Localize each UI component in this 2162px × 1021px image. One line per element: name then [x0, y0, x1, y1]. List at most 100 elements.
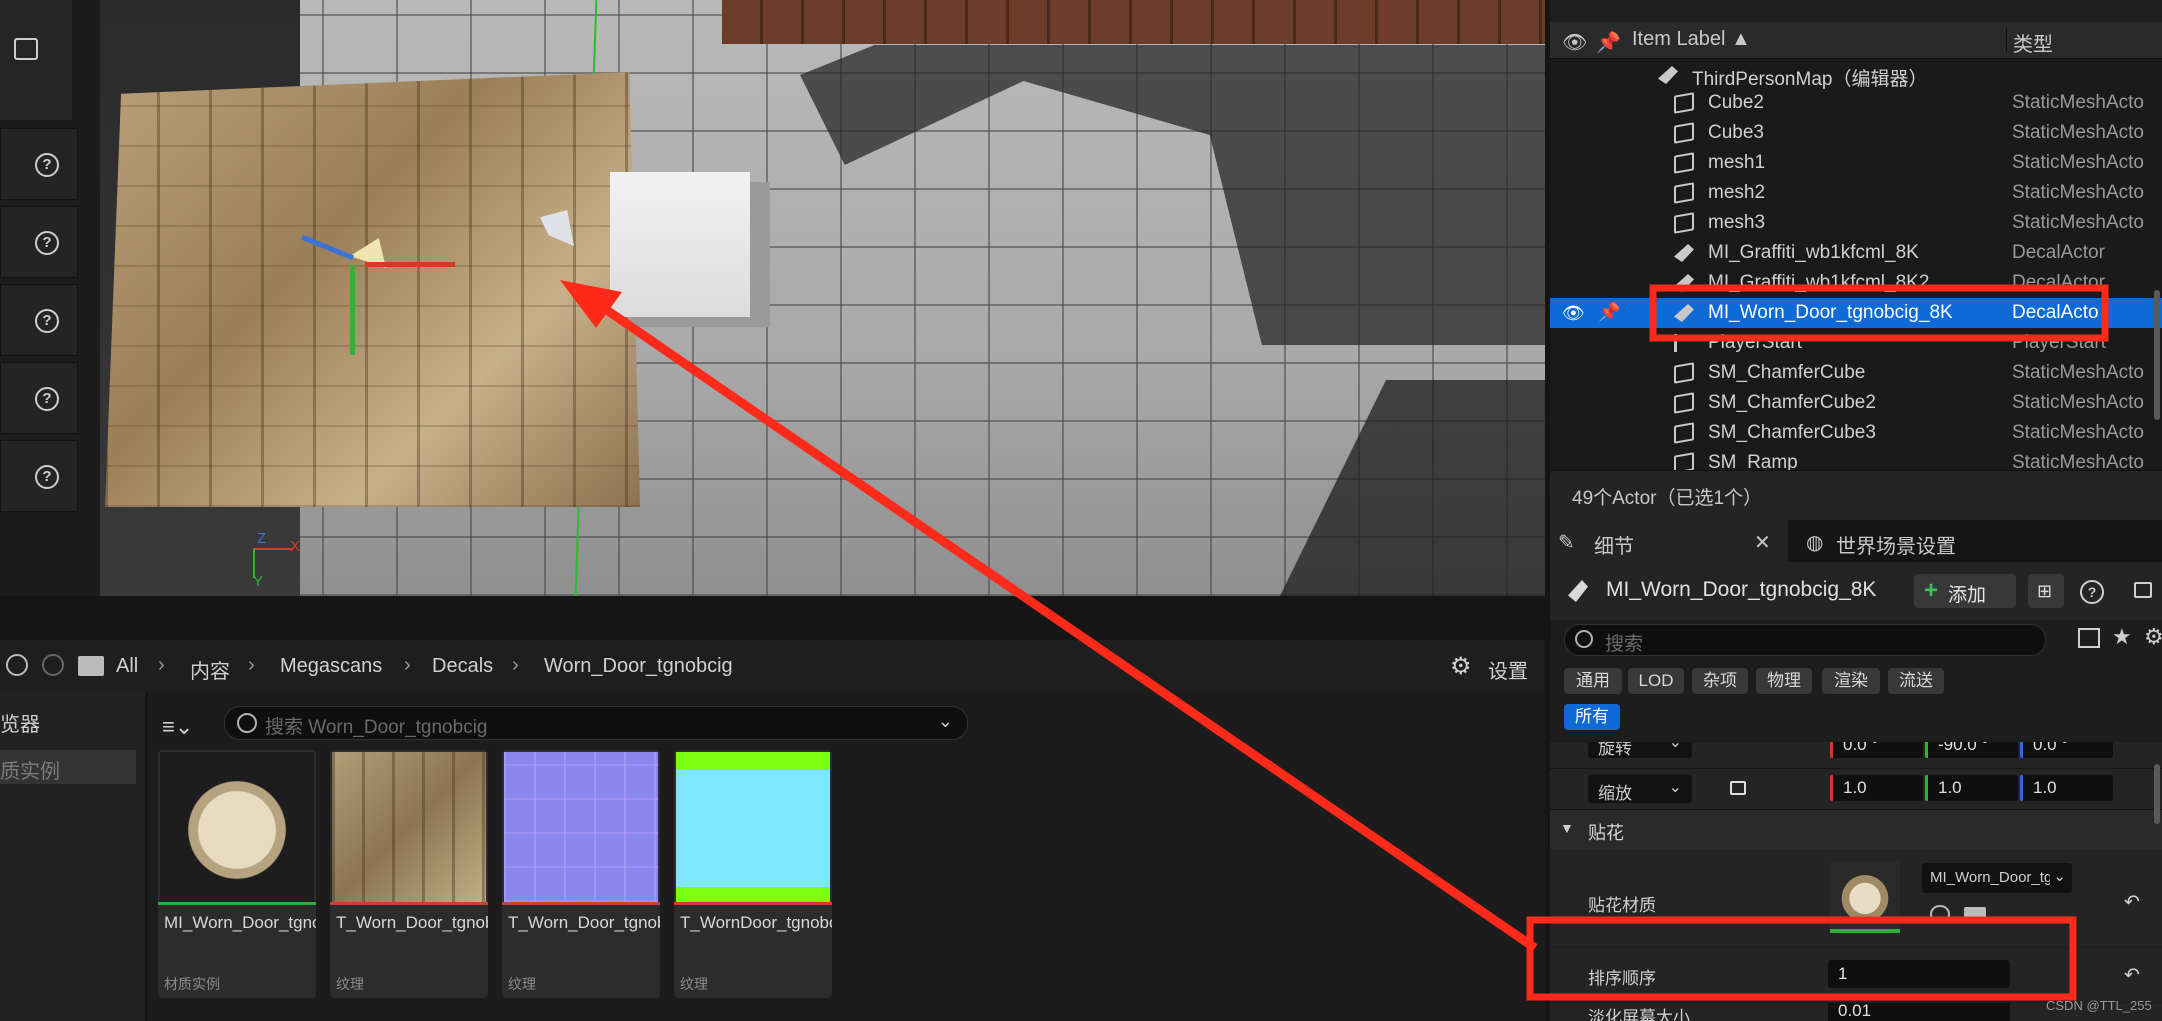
asset-tile[interactable]: MI_Worn_Door_tgnobcig_8K 材质实例 [158, 750, 316, 998]
forward-arrow-icon[interactable] [42, 654, 64, 676]
column-type[interactable]: 类型 [2006, 28, 2053, 56]
scale-y-field[interactable]: 1.0 [1925, 775, 2018, 801]
reset-icon[interactable]: ↶ [2124, 964, 2140, 987]
worn-door-decal[interactable] [105, 72, 640, 507]
details-search-input[interactable]: 搜索 [1564, 624, 2046, 656]
cube-icon [1674, 182, 1694, 204]
actor-count: 49个Actor（已选1个） [1572, 488, 1763, 509]
outliner-row[interactable]: mesh1 StaticMeshActo [1550, 148, 2162, 178]
help-icon[interactable]: ? [2080, 580, 2104, 604]
filter-all[interactable]: 所有 [1564, 704, 1620, 730]
filter-material-instance[interactable]: 质实例 [0, 750, 136, 784]
outliner-row[interactable]: MI_Graffiti_wb1kfcml_8K DecalActor [1550, 238, 2162, 268]
help-icon: ? [35, 153, 59, 177]
filter-rendering[interactable]: 渲染 [1822, 668, 1880, 694]
filter-icon[interactable]: ≡⌄ [162, 714, 193, 740]
scale-z-field[interactable]: 1.0 [2020, 775, 2113, 801]
pin-icon[interactable]: 📌 [1598, 302, 1620, 323]
fade-screen-size-input[interactable]: 0.01 [1828, 1003, 2010, 1021]
white-cube-mesh[interactable] [610, 172, 750, 317]
use-selected-icon[interactable] [1930, 905, 1950, 923]
help-button-1[interactable]: ? [0, 128, 78, 200]
outliner-row[interactable]: SM_ChamferCube2 StaticMeshActo [1550, 388, 2162, 418]
visibility-eye-icon[interactable]: 👁 [1562, 303, 1585, 324]
asset-name: MI_Worn_Door_tgnobcig_8K [164, 913, 316, 932]
breadcrumb-megascans[interactable]: Megascans [280, 655, 382, 678]
reset-icon[interactable]: ↶ [2124, 891, 2140, 914]
filter-streaming[interactable]: 流送 [1888, 668, 1944, 694]
layers-icon[interactable] [14, 38, 38, 60]
gizmo-x-axis[interactable] [365, 262, 455, 267]
filter-general[interactable]: 通用 [1564, 668, 1622, 694]
close-icon[interactable]: ✕ [1754, 530, 1771, 555]
asset-tile[interactable]: T_WornDoor_tgnobcig_8K_Dp...RA 纹理 [674, 750, 832, 998]
globe-icon: ◍ [1806, 532, 1824, 554]
outliner-toolbar [1550, 0, 2162, 22]
player-start-icon [1674, 334, 1694, 352]
scale-y-value: 1.0 [1938, 778, 1962, 797]
star-icon[interactable]: ★ [2112, 624, 2132, 650]
rotation-z-field[interactable]: 0.0 ° [2020, 742, 2113, 758]
tab-details[interactable]: ✎ 细节 ✕ [1550, 520, 1788, 562]
breadcrumb-decals[interactable]: Decals [432, 655, 493, 678]
outliner-row[interactable]: SM_ChamferCube StaticMeshActo [1550, 358, 2162, 388]
gear-icon[interactable]: ⚙ [2144, 624, 2162, 650]
asset-thumbnail [332, 752, 486, 902]
outliner-row[interactable]: mesh3 StaticMeshActo [1550, 208, 2162, 238]
asset-tile[interactable]: T_Worn_Door_tgnobcig_8K_D 纹理 [330, 750, 488, 998]
help-button-5[interactable]: ? [0, 440, 78, 512]
column-item-label[interactable]: Item Label ▲ [1632, 28, 1751, 51]
decal-section-header[interactable]: ▼ 贴花 [1550, 810, 2162, 850]
asset-tile[interactable]: T_Worn_Door_tgnobcig_8K_N 纹理 [502, 750, 660, 998]
details-scrollbar[interactable] [2154, 764, 2160, 824]
back-arrow-icon[interactable] [6, 654, 28, 676]
asset-kind: 纹理 [680, 976, 708, 992]
folder-icon[interactable] [78, 656, 104, 676]
outliner-row[interactable]: Cube3 StaticMeshActo [1550, 118, 2162, 148]
gizmo-y-axis[interactable] [350, 265, 355, 355]
rotation-dropdown[interactable]: 旋转 ⌄ [1588, 742, 1692, 758]
visibility-eye-icon[interactable]: 👁 [1562, 30, 1587, 55]
breadcrumb-all[interactable]: All [116, 655, 138, 678]
level-viewport[interactable]: Z X Y [100, 0, 1545, 596]
help-button-3[interactable]: ? [0, 284, 78, 356]
breadcrumb-content[interactable]: 内容 [190, 655, 230, 684]
scale-lock-icon[interactable] [1730, 781, 1746, 795]
blueprint-button[interactable]: ⊞ [2028, 574, 2064, 608]
outliner-root-row[interactable]: ThirdPersonMap（编辑器） [1550, 60, 2162, 90]
help-button-4[interactable]: ? [0, 362, 78, 434]
search-placeholder: 搜索 [1605, 634, 1644, 655]
asset-thumbnail [160, 752, 314, 902]
filter-lod[interactable]: LOD [1628, 668, 1684, 694]
scale-dropdown[interactable]: 缩放 ⌄ [1588, 775, 1692, 803]
filter-misc[interactable]: 杂项 [1692, 668, 1748, 694]
lock-icon[interactable] [2134, 582, 2152, 598]
browse-folder-icon[interactable] [1964, 907, 1986, 923]
decal-material-dropdown[interactable]: MI_Worn_Door_tgn ⌄ [1922, 863, 2072, 893]
outliner-scrollbar[interactable] [2154, 290, 2160, 420]
add-component-button[interactable]: + 添加 [1914, 574, 2016, 608]
table-view-icon[interactable] [2078, 628, 2100, 648]
breadcrumb-worn-door[interactable]: Worn_Door_tgnobcig [544, 655, 733, 678]
asset-name: T_Worn_Door_tgnobcig_8K_N [508, 913, 660, 932]
settings-button[interactable]: 设置 [1488, 655, 1528, 684]
gear-icon[interactable]: ⚙ [1450, 652, 1472, 681]
filter-physics[interactable]: 物理 [1756, 668, 1812, 694]
outliner-row[interactable]: SM_ChamferCube3 StaticMeshActo [1550, 418, 2162, 448]
material-thumbnail[interactable] [1830, 861, 1900, 929]
outliner-row[interactable]: 👁 📌 MI_Worn_Door_tgnobcig_8K DecalActo [1550, 298, 2162, 328]
help-button-2[interactable]: ? [0, 206, 78, 278]
outliner-row[interactable]: mesh2 StaticMeshActo [1550, 178, 2162, 208]
asset-search-input[interactable]: 搜索 Worn_Door_tgnobcig ⌄ [224, 706, 968, 740]
watermark: CSDN @TTL_255 [2046, 998, 2152, 1013]
sort-order-input[interactable]: 1 [1828, 960, 2010, 988]
tab-world-settings[interactable]: ◍ 世界场景设置 [1790, 520, 2162, 562]
outliner-row[interactable]: MI_Graffiti_wb1kfcml_8K2 DecalActor [1550, 268, 2162, 298]
scale-x-field[interactable]: 1.0 [1830, 775, 1923, 801]
rotation-y-field[interactable]: -90.0 ° [1925, 742, 2018, 758]
rotation-x-field[interactable]: 0.0 ° [1830, 742, 1923, 758]
outliner-row[interactable]: Cube2 StaticMeshActo [1550, 88, 2162, 118]
outliner-row[interactable]: PlayerStart PlayerStart [1550, 328, 2162, 358]
pin-icon[interactable]: 📌 [1596, 30, 1621, 55]
chevron-down-icon: ⌄ [1668, 742, 1682, 751]
